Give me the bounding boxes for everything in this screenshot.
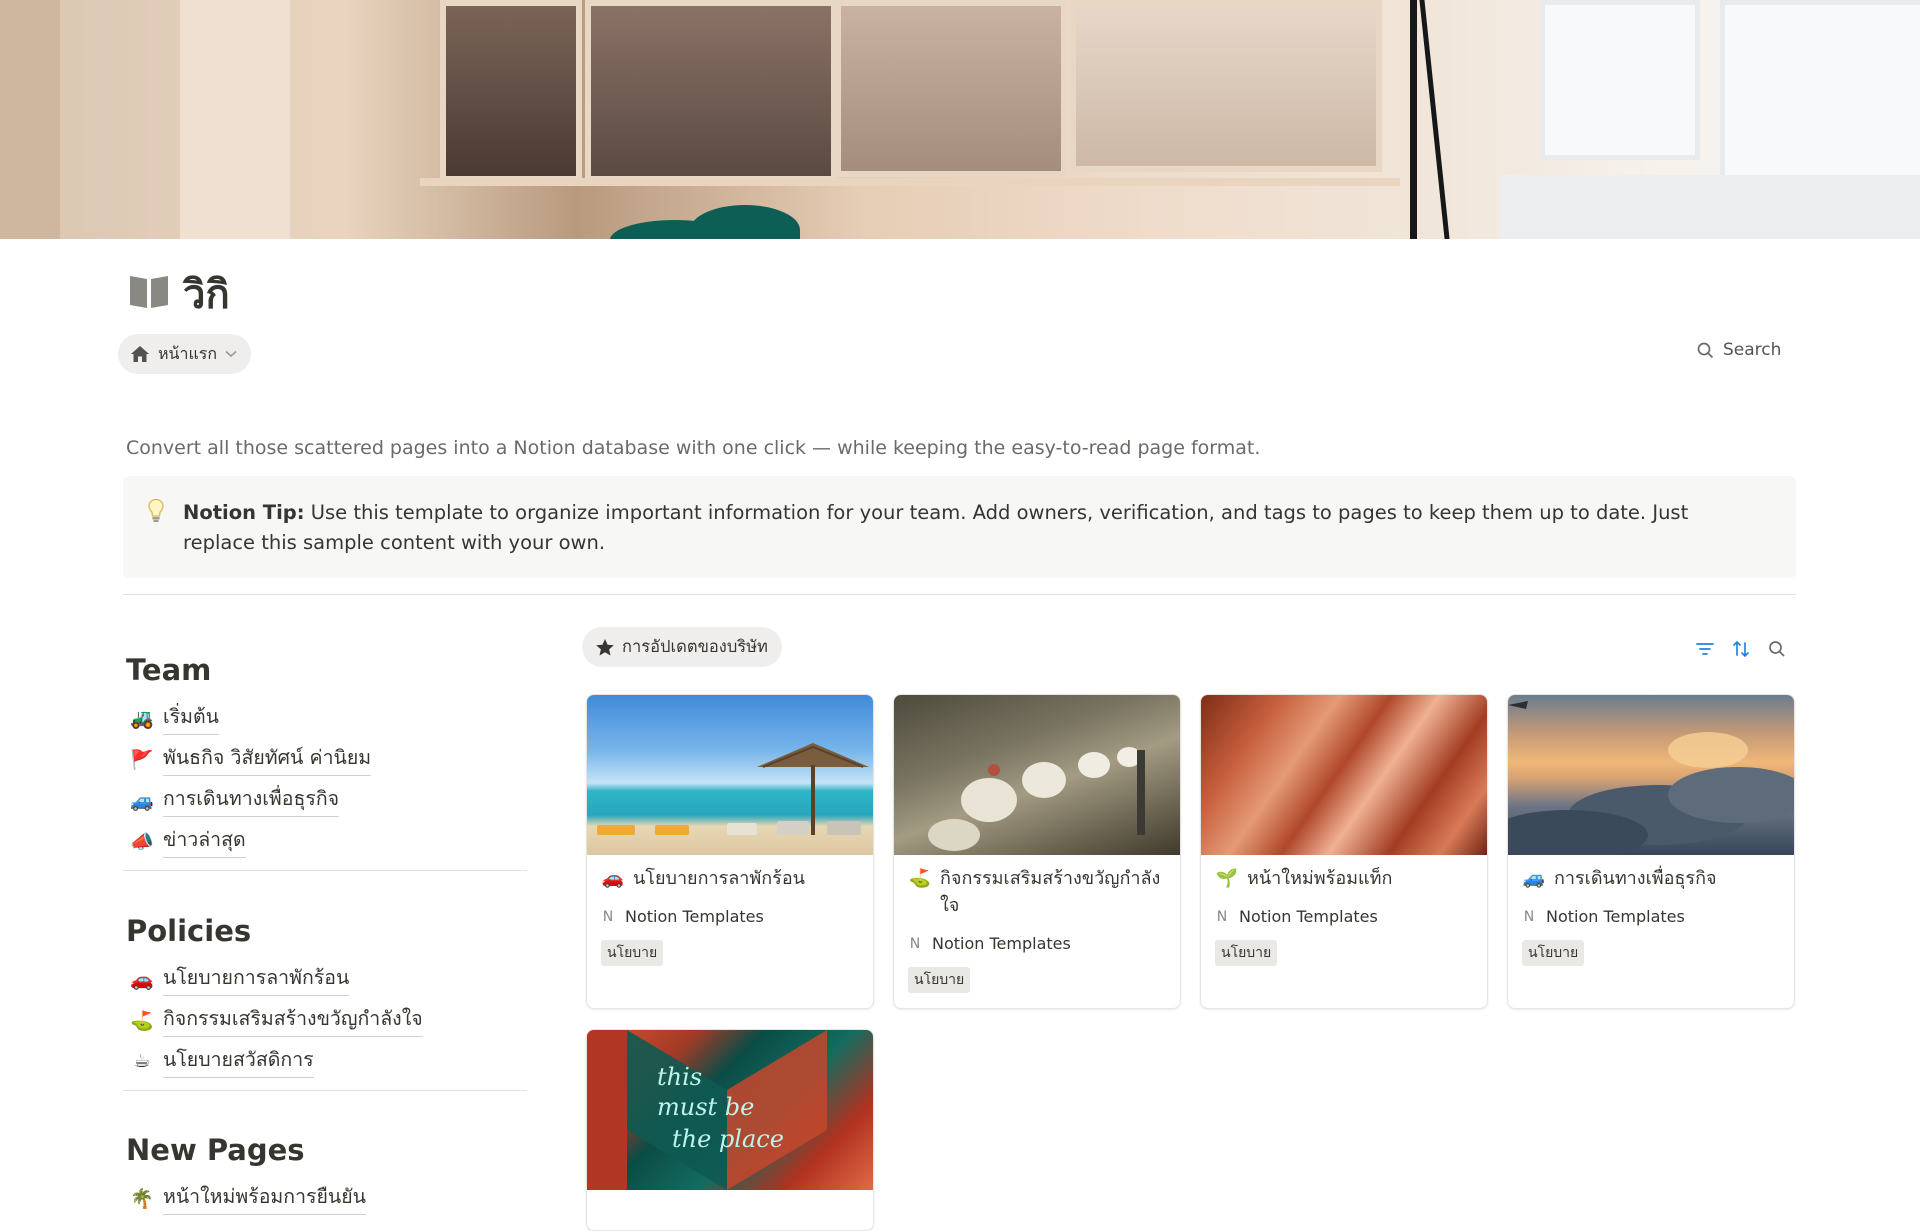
card-cover-image xyxy=(894,695,1180,855)
view-tab-label: การอัปเดตของบริษัท xyxy=(622,637,768,656)
filter-icon[interactable] xyxy=(1695,639,1715,659)
palm-tree-icon: 🌴 xyxy=(130,1187,154,1210)
card-title-text: หน้าใหม่พร้อมแท็ก xyxy=(1247,868,1393,889)
flag-icon: 🚩 xyxy=(130,748,154,771)
card-cover-image: this must be the place xyxy=(587,1030,873,1190)
notion-logo-icon: N xyxy=(909,935,921,952)
card-cover-image xyxy=(1201,695,1487,855)
link-label: เริ่มต้น xyxy=(163,701,219,735)
chevron-down-icon xyxy=(225,350,237,358)
team-link-business-travel[interactable]: 🚙 การเดินทางเพื่อธุรกิจ xyxy=(130,783,340,817)
team-link-mission[interactable]: 🚩 พันธกิจ วิสัยทัศน์ ค่านิยม xyxy=(130,742,372,776)
notion-logo-icon: N xyxy=(1216,908,1228,925)
card-source-text: Notion Templates xyxy=(625,907,764,926)
neon-text-line-2: must be xyxy=(657,1093,754,1121)
divider xyxy=(123,594,1796,595)
gallery-card-business-travel[interactable]: 🚙 การเดินทางเพื่อธุรกิจ N Notion Templat… xyxy=(1507,694,1795,1009)
page-description: Convert all those scattered pages into a… xyxy=(126,437,1261,459)
view-tab-company-updates[interactable]: การอัปเดตของบริษัท xyxy=(582,627,782,667)
card-title: ⛳ กิจกรรมเสริมสร้างขวัญกำลังใจ xyxy=(908,865,1166,919)
tractor-icon: 🚜 xyxy=(130,707,154,730)
suv-icon: 🚙 xyxy=(1522,868,1546,889)
card-source: N Notion Templates xyxy=(1215,907,1378,926)
search-icon[interactable] xyxy=(1767,639,1787,659)
card-tag: นโยบาย xyxy=(1522,940,1585,966)
gallery-card-vacation-policy[interactable]: 🚗 นโยบายการลาพักร้อน N Notion Templates … xyxy=(586,694,874,1009)
neon-text-line-3: the place xyxy=(672,1125,784,1153)
suv-icon: 🚙 xyxy=(130,789,154,812)
star-icon xyxy=(596,638,614,655)
card-tag: นโยบาย xyxy=(601,940,664,966)
link-label: นโยบายสวัสดิการ xyxy=(163,1044,314,1078)
callout-text: Use this template to organize important … xyxy=(183,501,1689,554)
card-source-text: Notion Templates xyxy=(1546,907,1685,926)
card-title-text: นโยบายการลาพักร้อน xyxy=(633,868,805,889)
gallery-card-morale-activities[interactable]: ⛳ กิจกรรมเสริมสร้างขวัญกำลังใจ N Notion … xyxy=(893,694,1181,1009)
home-breadcrumb-button[interactable]: หน้าแรก xyxy=(118,334,252,374)
link-label: นโยบายการลาพักร้อน xyxy=(163,962,350,996)
neon-text-line-1: this xyxy=(657,1063,702,1091)
notion-logo-icon: N xyxy=(602,908,614,925)
new-page-link-verification[interactable]: 🌴 หน้าใหม่พร้อมการยืนยัน xyxy=(130,1181,366,1215)
divider xyxy=(123,1090,527,1091)
home-icon xyxy=(131,346,149,362)
card-source: N Notion Templates xyxy=(1522,907,1685,926)
section-title-team: Team xyxy=(126,653,212,687)
card-title: 🚗 นโยบายการลาพักร้อน xyxy=(601,865,859,892)
card-cover-image xyxy=(1508,695,1794,855)
book-icon[interactable] xyxy=(128,270,170,310)
gallery-card-neon-sign[interactable]: this must be the place xyxy=(586,1029,874,1231)
card-tag: นโยบาย xyxy=(1215,940,1278,966)
team-link-latest-news[interactable]: 📣 ข่าวล่าสุด xyxy=(130,824,246,858)
page-title: วิกิ xyxy=(183,272,230,318)
link-label: การเดินทางเพื่อธุรกิจ xyxy=(163,783,340,817)
link-label: ข่าวล่าสุด xyxy=(163,824,246,858)
link-label: กิจกรรมเสริมสร้างขวัญกำลังใจ xyxy=(163,1003,423,1037)
card-source: N Notion Templates xyxy=(601,907,764,926)
section-title-policies: Policies xyxy=(126,914,252,948)
home-breadcrumb-label: หน้าแรก xyxy=(158,343,218,363)
megaphone-icon: 📣 xyxy=(130,830,154,853)
card-source: N Notion Templates xyxy=(908,934,1071,953)
cover-image xyxy=(0,0,1920,239)
policy-link-vacation[interactable]: 🚗 นโยบายการลาพักร้อน xyxy=(130,962,350,996)
sort-icon[interactable] xyxy=(1731,639,1751,659)
notion-tip-callout: Notion Tip: Use this template to organiz… xyxy=(123,476,1796,578)
link-label: พันธกิจ วิสัยทัศน์ ค่านิยม xyxy=(163,742,372,776)
card-tag: นโยบาย xyxy=(908,967,971,993)
card-source-text: Notion Templates xyxy=(932,934,1071,953)
team-link-getting-started[interactable]: 🚜 เริ่มต้น xyxy=(130,701,219,735)
card-title: 🌱 หน้าใหม่พร้อมแท็ก xyxy=(1215,865,1473,892)
car-icon: 🚗 xyxy=(601,868,625,889)
lightbulb-icon xyxy=(148,498,164,522)
seedling-icon: 🌱 xyxy=(1215,868,1239,889)
notion-logo-icon: N xyxy=(1523,908,1535,925)
policy-link-benefits[interactable]: ☕ นโยบายสวัสดิการ xyxy=(130,1044,314,1078)
card-title-text: การเดินทางเพื่อธุรกิจ xyxy=(1554,868,1717,889)
golf-flag-icon: ⛳ xyxy=(130,1009,154,1032)
card-cover-image xyxy=(587,695,873,855)
search-label: Search xyxy=(1723,340,1782,360)
car-icon: 🚗 xyxy=(130,968,154,991)
golf-flag-icon: ⛳ xyxy=(908,868,932,889)
section-title-new-pages: New Pages xyxy=(126,1133,305,1167)
coffee-icon: ☕ xyxy=(133,1050,151,1072)
search-icon xyxy=(1697,342,1714,358)
card-title-text: กิจกรรมเสริมสร้างขวัญกำลังใจ xyxy=(940,868,1161,916)
callout-bold-label: Notion Tip: xyxy=(183,501,305,524)
divider xyxy=(123,870,527,871)
card-source-text: Notion Templates xyxy=(1239,907,1378,926)
search-button[interactable]: Search xyxy=(1697,340,1781,360)
link-label: หน้าใหม่พร้อมการยืนยัน xyxy=(163,1181,366,1215)
gallery-card-new-page-tag[interactable]: 🌱 หน้าใหม่พร้อมแท็ก N Notion Templates น… xyxy=(1200,694,1488,1009)
card-title: 🚙 การเดินทางเพื่อธุรกิจ xyxy=(1522,865,1780,892)
policy-link-morale[interactable]: ⛳ กิจกรรมเสริมสร้างขวัญกำลังใจ xyxy=(130,1003,423,1037)
